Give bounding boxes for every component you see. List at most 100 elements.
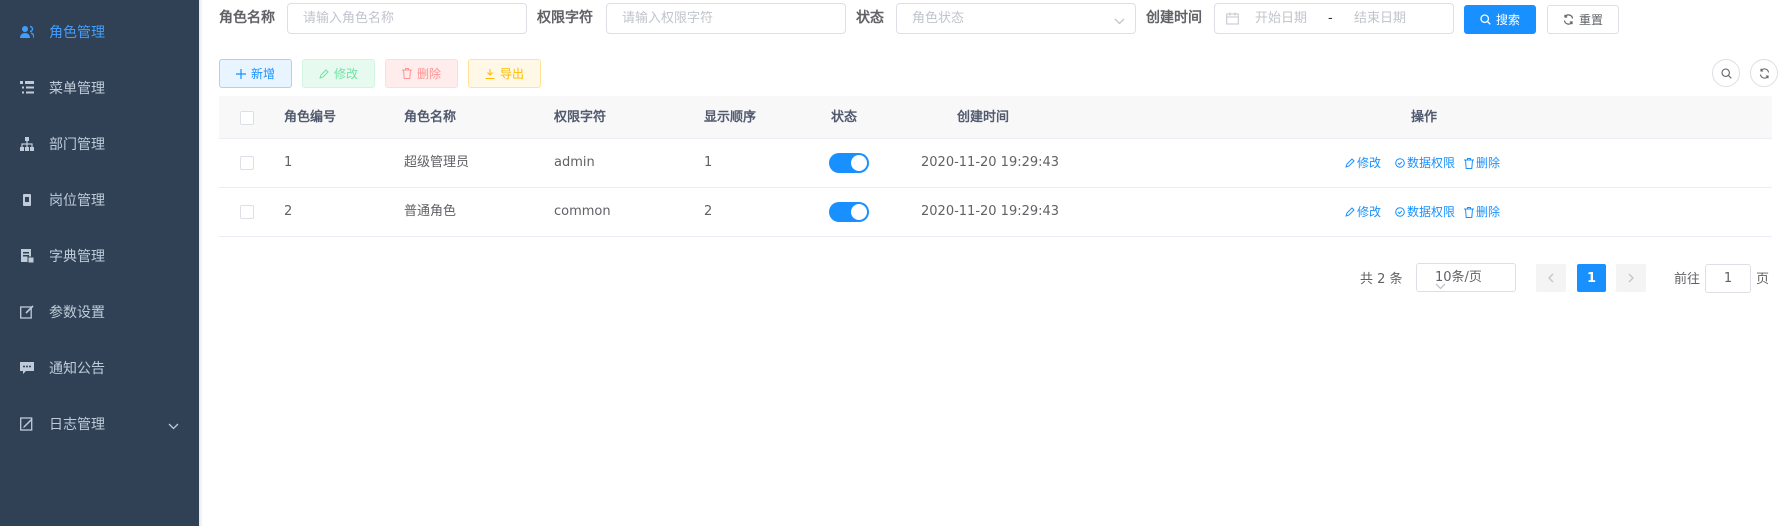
cell-created: 2020-11-20 19:29:43 [921,155,1060,170]
prev-page-button[interactable] [1536,264,1566,292]
circle-check-icon [1395,207,1405,217]
table-row: 1 超级管理员 admin 1 2020-11-20 19:29:43 修改 数… [219,139,1772,188]
goto-page-input[interactable] [1705,264,1751,293]
column-header-role-id: 角色编号 [284,110,337,125]
column-header-role-name: 角色名称 [404,110,457,125]
pagination-total: 共 2 条 [1360,272,1403,287]
delete-button[interactable]: 删除 [385,59,458,88]
row-delete-link[interactable]: 删除 [1464,139,1500,187]
select-all-checkbox[interactable] [240,111,254,125]
next-page-button[interactable] [1616,264,1646,292]
circle-check-icon [1395,158,1405,168]
sidebar-item-label: 岗位管理 [49,193,105,209]
column-header-actions: 操作 [1411,110,1438,125]
row-checkbox[interactable] [240,205,254,219]
cell-role-id: 1 [284,155,293,170]
chevron-down-icon [168,418,179,434]
tree-table-icon [20,81,34,95]
role-name-label: 角色名称 [219,10,275,26]
row-delete-label: 删除 [1476,156,1501,170]
sidebar: 角色管理 菜单管理 部门管理 岗位管理 字典管理 参数设置 通知公告 日志管理 [0,0,199,526]
sidebar-item-menu[interactable]: 菜单管理 [0,60,199,116]
user-role-icon [20,25,34,39]
row-checkbox[interactable] [240,156,254,170]
row-data-scope-link[interactable]: 数据权限 [1395,139,1455,187]
sidebar-item-label: 日志管理 [49,417,105,433]
row-data-scope-link[interactable]: 数据权限 [1395,188,1455,236]
date-range-picker[interactable]: 开始日期 - 结束日期 [1214,3,1454,34]
cell-role-name: 超级管理员 [404,155,470,170]
reset-button-label: 重置 [1578,13,1603,27]
column-header-created: 创建时间 [957,110,1010,125]
cell-created: 2020-11-20 19:29:43 [921,204,1060,219]
role-key-input[interactable] [606,3,846,34]
status-select[interactable]: 角色状态 [896,3,1136,34]
export-button[interactable]: 导出 [468,59,541,88]
start-date-placeholder: 开始日期 [1255,11,1308,26]
search-icon [1720,67,1732,79]
row-edit-label: 修改 [1357,205,1382,219]
refresh-icon [1759,67,1769,79]
status-switch[interactable] [829,153,869,173]
page-size-select[interactable]: 10条/页 [1416,263,1516,292]
role-key-label: 权限字符 [537,10,593,26]
edit-button[interactable]: 修改 [302,59,375,88]
sidebar-item-role[interactable]: 角色管理 [0,4,199,60]
toggle-search-button[interactable] [1712,59,1740,87]
page-suffix: 页 [1756,272,1770,287]
cell-role-key: admin [554,155,595,170]
refresh-icon [1563,14,1574,25]
goto-label: 前往 [1674,272,1701,287]
row-delete-link[interactable]: 删除 [1464,188,1500,236]
delete-button-label: 删除 [416,67,441,81]
sidebar-item-dict[interactable]: 字典管理 [0,228,199,284]
chevron-left-icon [1548,273,1554,283]
column-header-status: 状态 [831,110,858,125]
message-icon [20,361,34,375]
switch-knob [851,155,867,171]
search-button-label: 搜索 [1495,13,1520,27]
cell-role-name: 普通角色 [404,204,457,219]
chevron-down-icon [1114,14,1125,29]
range-separator: - [1328,11,1333,26]
org-tree-icon [20,137,34,151]
calendar-icon [1226,12,1239,25]
cell-sort: 2 [704,204,713,219]
sidebar-item-label: 角色管理 [49,25,105,41]
sidebar-item-label: 通知公告 [49,361,105,377]
sidebar-item-label: 部门管理 [49,137,105,153]
edit-icon [319,68,329,79]
page-number-current[interactable]: 1 [1577,264,1606,292]
add-button[interactable]: 新增 [219,59,292,88]
edit-button-label: 修改 [333,67,358,81]
row-edit-link[interactable]: 修改 [1345,139,1381,187]
sidebar-item-config[interactable]: 参数设置 [0,284,199,340]
plus-icon [235,68,246,79]
edit-icon [1345,158,1355,168]
row-edit-link[interactable]: 修改 [1345,188,1381,236]
export-button-label: 导出 [499,67,524,81]
sidebar-item-dept[interactable]: 部门管理 [0,116,199,172]
row-edit-label: 修改 [1357,156,1382,170]
trash-icon [1464,206,1474,218]
sidebar-item-notice[interactable]: 通知公告 [0,340,199,396]
role-name-input[interactable] [287,3,527,34]
status-switch[interactable] [829,202,869,222]
dict-icon [20,249,34,263]
row-data-scope-label: 数据权限 [1407,156,1456,170]
download-icon [485,68,495,79]
cell-role-id: 2 [284,204,293,219]
switch-knob [851,204,867,220]
sidebar-item-label: 菜单管理 [49,81,105,97]
search-button[interactable]: 搜索 [1464,5,1536,34]
table-row: 2 普通角色 common 2 2020-11-20 19:29:43 修改 数… [219,188,1772,237]
refresh-table-button[interactable] [1750,59,1778,87]
row-delete-label: 删除 [1476,205,1501,219]
sidebar-item-log[interactable]: 日志管理 [0,396,199,452]
reset-button[interactable]: 重置 [1547,5,1619,34]
sidebar-item-post[interactable]: 岗位管理 [0,172,199,228]
add-button-label: 新增 [250,67,275,81]
created-time-label: 创建时间 [1146,10,1202,26]
sidebar-shadow [199,0,203,526]
table-header: 角色编号 角色名称 权限字符 显示顺序 状态 创建时间 操作 [219,96,1772,139]
